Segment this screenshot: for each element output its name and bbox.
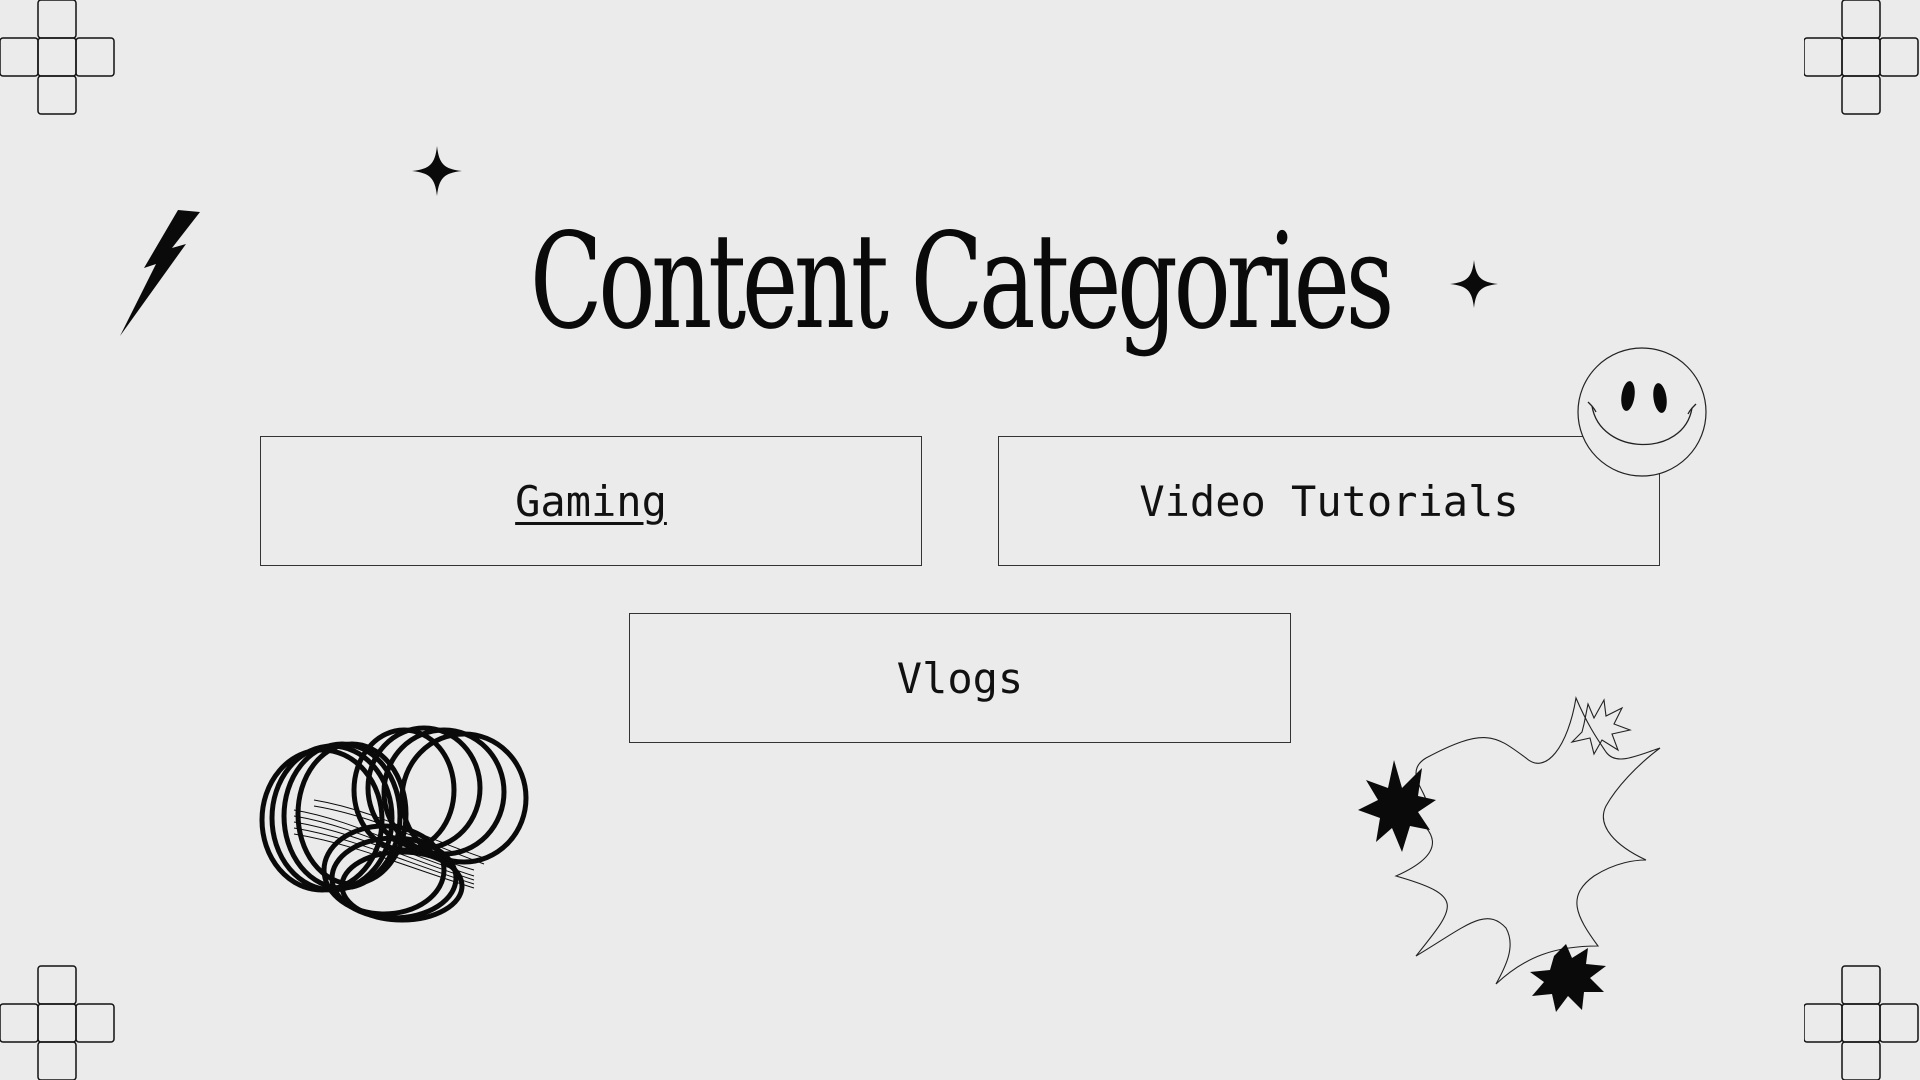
category-button-vlogs[interactable]: Vlogs: [629, 613, 1291, 743]
grid-cross-icon: [1804, 0, 1920, 116]
category-label-vlogs: Vlogs: [896, 653, 1024, 703]
burst-star-icon: [1358, 696, 1661, 1012]
category-button-video-tutorials[interactable]: Video Tutorials: [998, 436, 1660, 566]
spring-coil-icon: [259, 725, 529, 923]
grid-cross-icon: [1804, 964, 1920, 1080]
sparkle-icon: [1450, 260, 1498, 308]
lightning-bolt-icon: [120, 210, 200, 336]
page-title: Content Categories: [529, 205, 1394, 360]
grid-cross-icon: [0, 964, 116, 1080]
sparkle-icon: [412, 146, 462, 196]
smiley-face-icon: [1577, 347, 1707, 477]
category-label-video-tutorials: Video Tutorials: [1139, 476, 1519, 526]
category-label-gaming: Gaming: [515, 476, 667, 526]
category-button-gaming[interactable]: Gaming: [260, 436, 922, 566]
grid-cross-icon: [0, 0, 116, 116]
